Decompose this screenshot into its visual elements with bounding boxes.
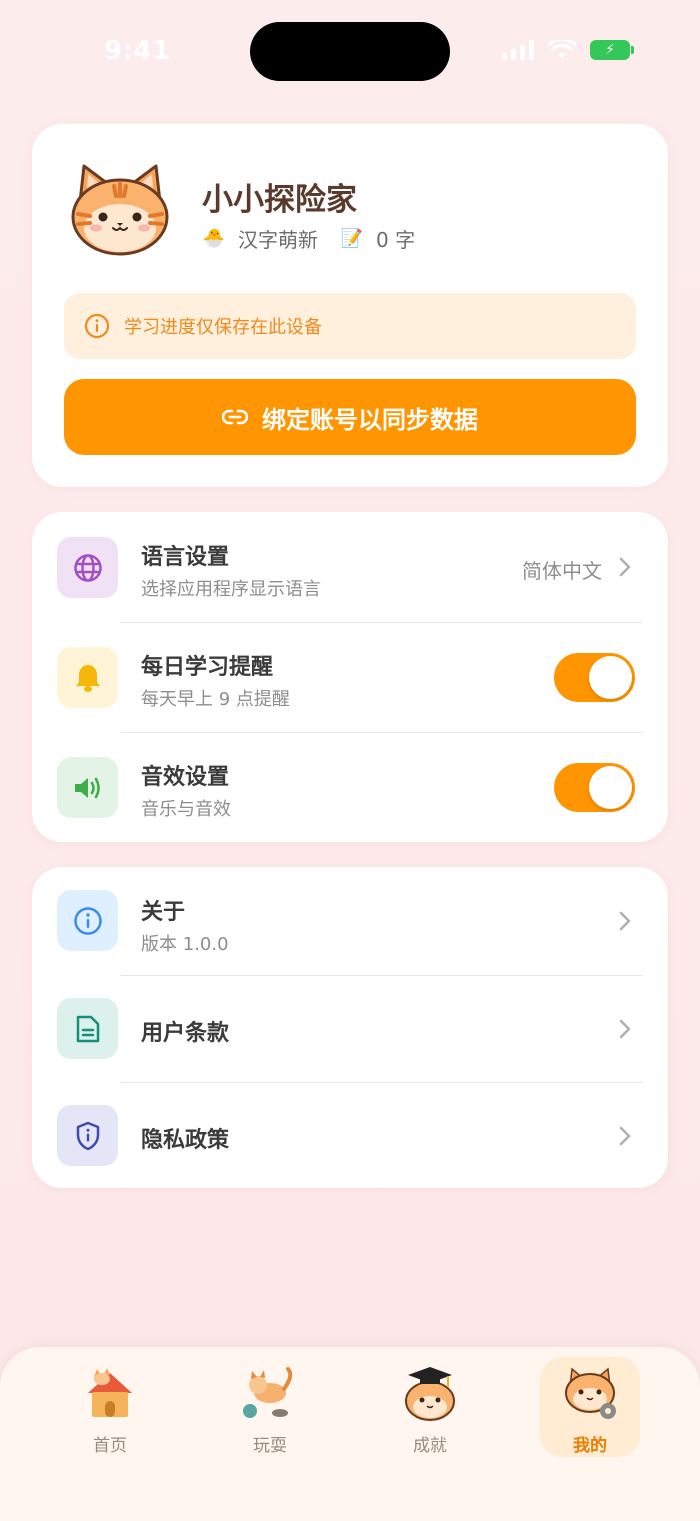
cat-settings-icon bbox=[565, 1367, 616, 1419]
about-version: 版本 1.0.0 bbox=[141, 934, 229, 955]
info-icon bbox=[57, 890, 118, 951]
reminder-toggle[interactable] bbox=[554, 653, 635, 702]
language-subtitle: 选择应用程序显示语言 bbox=[141, 579, 321, 600]
chevron-right-icon bbox=[619, 1126, 631, 1146]
reminder-subtitle: 每天早上 9 点提醒 bbox=[141, 689, 290, 710]
chevron-right-icon bbox=[619, 911, 631, 931]
chevron-right-icon bbox=[619, 557, 631, 577]
level-label: 汉字萌新 bbox=[238, 228, 318, 252]
hatching-chick-icon: 🐣 bbox=[202, 228, 226, 249]
memo-icon: 📝 bbox=[340, 228, 364, 249]
signal-icon bbox=[502, 40, 534, 60]
status-bar: 9:41 ⚡ bbox=[0, 0, 700, 100]
username: 小小探险家 bbox=[202, 182, 357, 218]
sound-title: 音效设置 bbox=[141, 765, 230, 790]
cat-graduate-icon bbox=[405, 1367, 455, 1421]
cat-playing-icon bbox=[243, 1367, 293, 1418]
settings-card: 语言设置 选择应用程序显示语言 简体中文 每日学习提醒 每天早上 9 点提醒 音… bbox=[32, 512, 668, 842]
tab-me[interactable]: 我的 bbox=[540, 1357, 640, 1457]
local-save-notice: 学习进度仅保存在此设备 bbox=[64, 293, 636, 359]
tab-home[interactable]: 首页 bbox=[60, 1357, 160, 1457]
notice-text: 学习进度仅保存在此设备 bbox=[124, 317, 322, 338]
language-setting-row[interactable]: 语言设置 选择应用程序显示语言 简体中文 bbox=[32, 512, 668, 622]
user-terms-title: 用户条款 bbox=[141, 1021, 230, 1046]
tab-home-label: 首页 bbox=[93, 1436, 127, 1456]
char-count: 0 字 bbox=[376, 228, 416, 252]
bell-icon bbox=[57, 647, 118, 708]
shield-icon bbox=[57, 1105, 118, 1166]
language-value: 简体中文 bbox=[522, 559, 602, 583]
status-icons: ⚡ bbox=[502, 40, 634, 60]
privacy-policy-title: 隐私政策 bbox=[141, 1128, 230, 1153]
dynamic-island bbox=[250, 22, 450, 81]
about-title: 关于 bbox=[141, 900, 186, 925]
profile-meta: 🐣 汉字萌新 📝 0 字 bbox=[202, 224, 415, 253]
speaker-icon bbox=[57, 757, 118, 818]
bind-account-button[interactable]: 绑定账号以同步数据 bbox=[64, 379, 636, 455]
reminder-title: 每日学习提醒 bbox=[141, 655, 274, 680]
user-terms-row[interactable]: 用户条款 bbox=[32, 975, 668, 1082]
sound-toggle[interactable] bbox=[554, 763, 635, 812]
status-time: 9:41 bbox=[104, 36, 171, 66]
toggle-knob bbox=[589, 766, 632, 809]
bottom-tab-bar: 首页 玩耍 成就 我的 bbox=[0, 1347, 700, 1521]
privacy-policy-row[interactable]: 隐私政策 bbox=[32, 1082, 668, 1188]
tab-me-label: 我的 bbox=[573, 1436, 607, 1456]
toggle-knob bbox=[589, 656, 632, 699]
sound-setting-row: 音效设置 音乐与音效 bbox=[32, 732, 668, 842]
wifi-icon bbox=[548, 40, 576, 58]
tab-play-label: 玩耍 bbox=[253, 1436, 287, 1456]
tab-play[interactable]: 玩耍 bbox=[220, 1357, 320, 1457]
sound-subtitle: 音乐与音效 bbox=[141, 799, 231, 820]
tab-achievements[interactable]: 成就 bbox=[380, 1357, 480, 1457]
bind-account-label: 绑定账号以同步数据 bbox=[262, 405, 478, 434]
info-circle-icon bbox=[84, 313, 110, 339]
tab-achievements-label: 成就 bbox=[413, 1436, 447, 1456]
about-row[interactable]: 关于 版本 1.0.0 bbox=[32, 867, 668, 975]
profile-card: 小小探险家 🐣 汉字萌新 📝 0 字 学习进度仅保存在此设备 绑定账号以同步数据 bbox=[32, 124, 668, 487]
link-icon bbox=[222, 409, 248, 425]
document-icon bbox=[57, 998, 118, 1059]
cat-house-icon bbox=[88, 1368, 132, 1417]
battery-charging-icon: ⚡ bbox=[590, 40, 634, 60]
cat-avatar-icon bbox=[71, 164, 169, 256]
daily-reminder-row: 每日学习提醒 每天早上 9 点提醒 bbox=[32, 622, 668, 732]
chevron-right-icon bbox=[619, 1019, 631, 1039]
globe-icon bbox=[57, 537, 118, 598]
language-title: 语言设置 bbox=[141, 545, 230, 570]
about-card: 关于 版本 1.0.0 用户条款 隐私政策 bbox=[32, 867, 668, 1188]
